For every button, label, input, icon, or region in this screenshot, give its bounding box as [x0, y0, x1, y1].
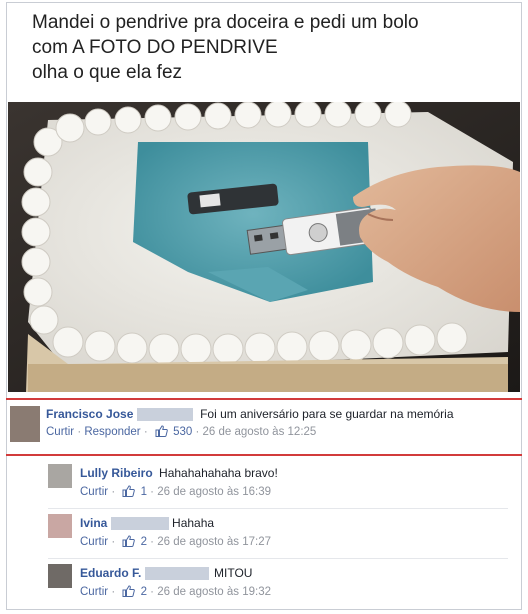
- like-link[interactable]: Curtir: [46, 426, 74, 438]
- like-count[interactable]: 530: [173, 426, 192, 438]
- like-count[interactable]: 1: [141, 486, 147, 498]
- comment-timestamp[interactable]: 26 de agosto às 19:32: [157, 586, 271, 598]
- reply-item: Lully Ribeiro Hahahahahaha bravo! Curtir…: [80, 466, 278, 498]
- avatar[interactable]: [48, 464, 72, 488]
- comment-text: Foi um aniversário para se guardar na me…: [200, 407, 454, 421]
- comment-timestamp[interactable]: 26 de agosto às 12:25: [202, 426, 316, 438]
- divider: [48, 508, 508, 509]
- highlight-rule-bottom: [6, 454, 522, 456]
- avatar[interactable]: [10, 406, 40, 442]
- cake-photo: [8, 102, 520, 392]
- comment-text: Hahaha: [172, 516, 215, 530]
- post-text-line-2: com A FOTO DO PENDRIVE: [32, 37, 278, 58]
- post-text-line-3: olha o que ela fez: [32, 62, 183, 83]
- name-redaction: [110, 517, 169, 531]
- reply-link[interactable]: Responder: [84, 426, 140, 438]
- comment-author[interactable]: Eduardo F.: [80, 566, 141, 580]
- highlight-rule-top: [6, 398, 522, 400]
- avatar[interactable]: [48, 514, 72, 538]
- thumbs-up-icon: [122, 535, 136, 547]
- avatar[interactable]: [48, 564, 72, 588]
- thumbs-up-icon: [122, 585, 136, 597]
- post-photo[interactable]: [8, 102, 520, 392]
- divider: [48, 558, 508, 559]
- like-link[interactable]: Curtir: [80, 586, 108, 598]
- comment-item: Francisco Jose Foi um aniversário para s…: [46, 407, 454, 438]
- comment-timestamp[interactable]: 26 de agosto às 16:39: [157, 486, 271, 498]
- post-text: Mandei o pendrive pra doceira e pedi um …: [32, 10, 502, 85]
- like-count[interactable]: 2: [141, 586, 147, 598]
- thumbs-up-icon: [122, 485, 136, 497]
- reply-item: Ivina Hahaha Curtir · 2 · 26 de agosto à…: [80, 516, 272, 548]
- comment-text: MITOU: [214, 566, 253, 580]
- name-redaction: [136, 408, 193, 422]
- comment-author[interactable]: Ivina: [80, 516, 107, 530]
- comment-author[interactable]: Lully Ribeiro: [80, 466, 153, 480]
- like-count[interactable]: 2: [141, 536, 147, 548]
- thumbs-up-icon: [155, 425, 168, 437]
- comment-timestamp[interactable]: 26 de agosto às 17:27: [157, 536, 271, 548]
- comment-text: Hahahahahaha bravo!: [159, 466, 278, 480]
- like-link[interactable]: Curtir: [80, 536, 108, 548]
- comment-author[interactable]: Francisco Jose: [46, 407, 133, 421]
- post-text-line-1: Mandei o pendrive pra doceira e pedi um …: [32, 12, 419, 33]
- name-redaction: [144, 567, 209, 581]
- like-link[interactable]: Curtir: [80, 486, 108, 498]
- reply-item: Eduardo F. MITOU Curtir · 2 · 26 de agos…: [80, 566, 272, 598]
